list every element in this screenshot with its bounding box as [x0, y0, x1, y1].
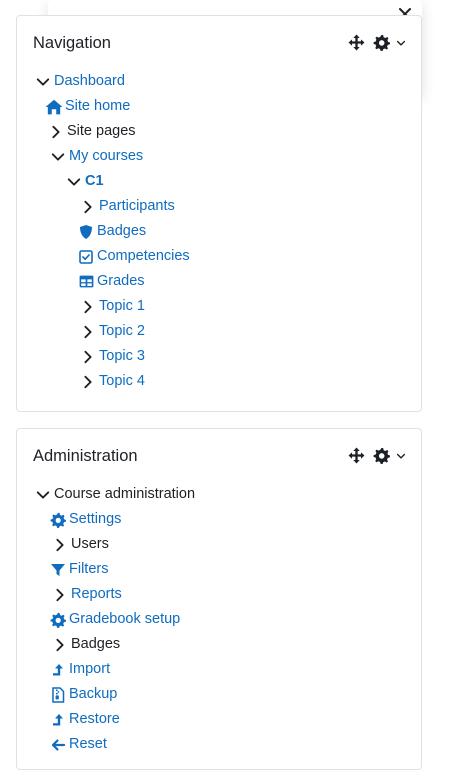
administration-block: Administration Course administration Set… — [16, 428, 422, 770]
admin-item-label[interactable]: Course administration — [54, 482, 195, 507]
nav-item-label[interactable]: Topic 1 — [99, 294, 145, 319]
nav-item-topic-1[interactable]: Topic 1 — [78, 294, 145, 319]
nav-item-topic-3[interactable]: Topic 3 — [78, 344, 145, 369]
chevron-right-icon[interactable] — [78, 322, 98, 342]
admin-item-label[interactable]: Settings — [69, 507, 121, 532]
nav-item-label[interactable]: Topic 2 — [99, 319, 145, 344]
chevron-right-icon[interactable] — [50, 635, 70, 655]
admin-item-restore[interactable]: Restore — [48, 707, 120, 732]
admin-item-settings[interactable]: Settings — [48, 507, 121, 532]
admin-item-users[interactable]: Users — [50, 532, 109, 557]
gear-icon — [373, 447, 390, 464]
nav-item-label[interactable]: Competencies — [97, 244, 190, 269]
arrow-left-icon — [48, 735, 68, 755]
nav-item-site-home[interactable]: Site home — [44, 94, 130, 119]
chevron-right-icon[interactable] — [78, 347, 98, 367]
nav-item-topic-2[interactable]: Topic 2 — [78, 319, 145, 344]
filter-icon — [48, 560, 68, 580]
admin-item-course-administration[interactable]: Course administration — [33, 482, 195, 507]
admin-item-badges[interactable]: Badges — [50, 632, 120, 657]
nav-item-label[interactable]: Topic 4 — [99, 369, 145, 394]
admin-item-reset[interactable]: Reset — [48, 732, 107, 757]
nav-item-competencies[interactable]: Competencies — [76, 244, 190, 269]
admin-item-label[interactable]: Reset — [69, 732, 107, 757]
nav-item-label[interactable]: Grades — [97, 269, 145, 294]
admin-item-backup[interactable]: Backup — [48, 682, 117, 707]
admin-item-gradebook-setup[interactable]: Gradebook setup — [48, 607, 180, 632]
navigation-block-controls — [348, 34, 407, 51]
nav-item-label[interactable]: Badges — [97, 219, 146, 244]
nav-item-label[interactable]: My courses — [69, 144, 143, 169]
nav-item-site-pages[interactable]: Site pages — [46, 119, 136, 144]
chevron-right-icon[interactable] — [50, 585, 70, 605]
actions-menu-button[interactable] — [373, 447, 407, 464]
check-square-icon — [76, 247, 96, 267]
nav-item-participants[interactable]: Participants — [78, 194, 175, 219]
move-icon[interactable] — [348, 447, 365, 464]
admin-item-label[interactable]: Filters — [69, 557, 108, 582]
gear-icon — [373, 34, 390, 51]
chevron-down-icon[interactable] — [64, 172, 84, 192]
chevron-right-icon[interactable] — [78, 372, 98, 392]
level-up-icon — [48, 710, 68, 730]
chevron-right-icon[interactable] — [78, 297, 98, 317]
admin-item-reports[interactable]: Reports — [50, 582, 122, 607]
chevron-down-icon[interactable] — [48, 147, 68, 167]
table-icon — [76, 272, 96, 292]
nav-item-my-courses[interactable]: My courses — [48, 144, 143, 169]
nav-item-label[interactable]: Participants — [99, 194, 175, 219]
shield-icon — [76, 222, 96, 242]
chevron-down-icon[interactable] — [33, 485, 53, 505]
nav-item-label[interactable]: Site pages — [67, 119, 136, 144]
file-archive-icon — [48, 685, 68, 705]
nav-item-badges[interactable]: Badges — [76, 219, 146, 244]
gear-icon — [48, 510, 68, 530]
admin-item-label[interactable]: Reports — [71, 582, 122, 607]
administration-block-controls — [348, 447, 407, 464]
navigation-block: Navigation Dashboard Site home Site page… — [16, 15, 422, 412]
admin-item-label[interactable]: Import — [69, 657, 110, 682]
nav-item-label[interactable]: Topic 3 — [99, 344, 145, 369]
nav-item-label[interactable]: C1 — [85, 169, 104, 194]
chevron-right-icon[interactable] — [78, 197, 98, 217]
admin-item-label[interactable]: Gradebook setup — [69, 607, 180, 632]
admin-item-label[interactable]: Backup — [69, 682, 117, 707]
caret-down-icon — [395, 37, 407, 49]
admin-item-import[interactable]: Import — [48, 657, 110, 682]
gear-icon — [48, 610, 68, 630]
admin-item-label[interactable]: Badges — [71, 632, 120, 657]
nav-item-grades[interactable]: Grades — [76, 269, 145, 294]
admin-item-label[interactable]: Users — [71, 532, 109, 557]
move-icon[interactable] — [348, 34, 365, 51]
nav-item-label[interactable]: Site home — [65, 94, 130, 119]
chevron-right-icon[interactable] — [46, 122, 66, 142]
actions-menu-button[interactable] — [373, 34, 407, 51]
caret-down-icon — [395, 450, 407, 462]
level-up-icon — [48, 660, 68, 680]
nav-item-label[interactable]: Dashboard — [54, 69, 125, 94]
admin-item-filters[interactable]: Filters — [48, 557, 108, 582]
nav-item-c1[interactable]: C1 — [64, 169, 104, 194]
navigation-block-title: Navigation — [33, 34, 111, 52]
admin-item-label[interactable]: Restore — [69, 707, 120, 732]
chevron-down-icon[interactable] — [33, 72, 53, 92]
nav-item-dashboard[interactable]: Dashboard — [33, 69, 125, 94]
chevron-right-icon[interactable] — [50, 535, 70, 555]
nav-item-topic-4[interactable]: Topic 4 — [78, 369, 145, 394]
administration-block-title: Administration — [33, 447, 138, 465]
home-icon — [44, 97, 64, 117]
